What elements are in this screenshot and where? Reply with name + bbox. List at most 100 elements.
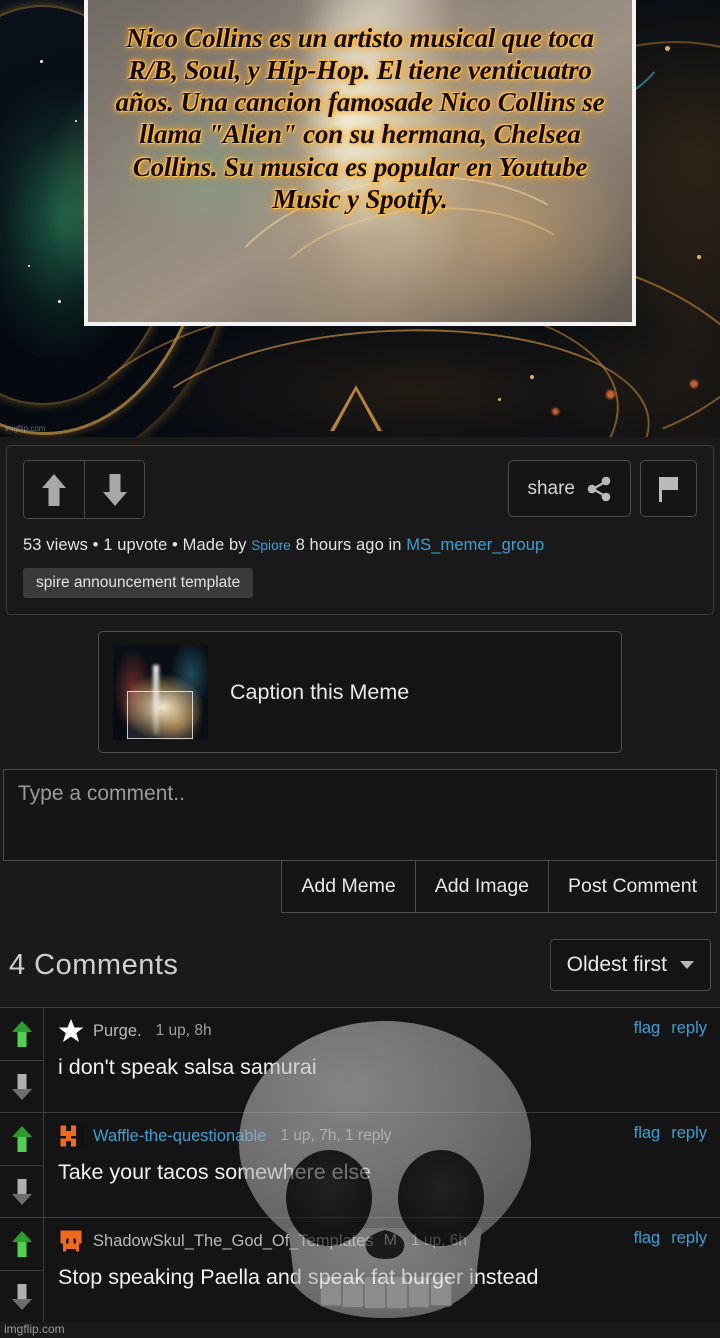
share-flag-group: share bbox=[508, 460, 697, 517]
star-spark bbox=[75, 120, 77, 122]
comment-text: Stop speaking Paella and speak fat burge… bbox=[58, 1265, 539, 1289]
share-icon bbox=[587, 476, 611, 501]
comment-vote-group bbox=[0, 1113, 44, 1217]
comment-meta: Waffle-the-questionable 1 up, 7h, 1 repl… bbox=[58, 1123, 708, 1149]
comment-reply-link[interactable]: reply bbox=[671, 1229, 707, 1248]
star-avatar[interactable] bbox=[58, 1018, 84, 1044]
arrow-up-icon bbox=[11, 1231, 32, 1257]
comment-meta: Purge. 1 up, 8h bbox=[58, 1018, 708, 1044]
comment-actions: flag reply bbox=[634, 1019, 707, 1038]
flag-icon bbox=[658, 476, 678, 502]
comment-reply-link[interactable]: reply bbox=[671, 1019, 707, 1038]
comment-vote-group bbox=[0, 1218, 44, 1322]
orange-dot bbox=[606, 390, 615, 399]
caption-this-meme-label: Caption this Meme bbox=[230, 679, 410, 704]
comment-input[interactable]: Type a comment.. bbox=[3, 769, 717, 861]
gold-dot bbox=[697, 255, 701, 259]
comment-flag-link[interactable]: flag bbox=[634, 1229, 661, 1248]
add-image-button[interactable]: Add Image bbox=[415, 861, 550, 913]
comment-row: Purge. 1 up, 8h flag reply i don't speak… bbox=[0, 1007, 720, 1112]
comment-reply-link[interactable]: reply bbox=[671, 1124, 707, 1143]
comment-vote-group bbox=[0, 1008, 44, 1112]
upvote-button[interactable] bbox=[24, 461, 84, 518]
arrow-down-icon bbox=[11, 1178, 32, 1205]
comment-username[interactable]: ShadowSkul_The_God_Of_Templates bbox=[93, 1232, 374, 1251]
stat-separator: • bbox=[88, 536, 104, 554]
post-comment-button[interactable]: Post Comment bbox=[549, 861, 717, 913]
comment-upvote-button[interactable] bbox=[0, 1218, 43, 1270]
meme-image[interactable]: Nico Collins es un artisto musical que t… bbox=[0, 0, 720, 437]
share-button[interactable]: share bbox=[508, 460, 631, 517]
meme-thumbnail bbox=[113, 644, 208, 740]
moderator-badge: M bbox=[383, 1232, 397, 1249]
comment-username[interactable]: Purge. bbox=[93, 1022, 142, 1041]
comment-input-placeholder: Type a comment.. bbox=[18, 782, 185, 805]
downvote-button[interactable] bbox=[84, 461, 144, 518]
upvote-count: 1 upvote bbox=[103, 536, 168, 554]
time-label: 8 hours ago in bbox=[290, 536, 407, 554]
arrow-down-icon bbox=[102, 473, 127, 506]
comments-count-title: 4 Comments bbox=[9, 948, 179, 981]
comment-list: Purge. 1 up, 8h flag reply i don't speak… bbox=[0, 1007, 720, 1322]
comment-flag-link[interactable]: flag bbox=[634, 1019, 661, 1038]
orange-pixel-avatar[interactable] bbox=[58, 1123, 84, 1149]
comment-actions: flag reply bbox=[634, 1229, 707, 1248]
comment-body: Waffle-the-questionable 1 up, 7h, 1 repl… bbox=[44, 1113, 720, 1217]
meme-text-panel: Nico Collins es un artisto musical que t… bbox=[84, 0, 636, 326]
arrow-down-icon bbox=[11, 1283, 32, 1310]
star-spark bbox=[58, 300, 61, 303]
comment-downvote-button[interactable] bbox=[0, 1270, 43, 1322]
comment-upvote-button[interactable] bbox=[0, 1113, 43, 1165]
arrow-up-icon bbox=[11, 1126, 32, 1152]
star-spark bbox=[40, 60, 43, 63]
comment-meta: ShadowSkul_The_God_Of_Templates M 1 up, … bbox=[58, 1228, 708, 1254]
add-meme-button[interactable]: Add Meme bbox=[281, 861, 416, 913]
imgflip-watermark-bottom: imgflip.com bbox=[4, 1322, 65, 1336]
meta-toolbar: share bbox=[23, 460, 697, 519]
made-by-label: Made by bbox=[182, 536, 252, 554]
caption-this-meme-button[interactable]: Caption this Meme bbox=[98, 631, 622, 753]
composer-actions: Add Meme Add Image Post Comment bbox=[3, 861, 717, 913]
orange-dot bbox=[690, 380, 698, 388]
vote-button-group bbox=[23, 460, 145, 519]
comment-stats: 1 up, 7h, 1 reply bbox=[280, 1127, 392, 1144]
meme-meta-card: share 53 views • 1 upvote • Made by Spio… bbox=[6, 445, 714, 615]
meme-page: Nico Collins es un artisto musical que t… bbox=[0, 0, 720, 1338]
comment-stats: 1 up, 6h bbox=[411, 1232, 468, 1249]
comment-upvote-button[interactable] bbox=[0, 1008, 43, 1060]
comment-downvote-button[interactable] bbox=[0, 1060, 43, 1112]
gold-dot bbox=[530, 375, 534, 379]
share-label: share bbox=[527, 477, 575, 499]
comment-stats: 1 up, 8h bbox=[155, 1022, 212, 1039]
chevron-down-icon bbox=[680, 961, 694, 969]
comment-body: Purge. 1 up, 8h flag reply i don't speak… bbox=[44, 1008, 720, 1112]
comment-sort-value: Oldest first bbox=[566, 953, 667, 976]
orange-dot bbox=[552, 408, 559, 415]
comment-text: Take your tacos somewhere else bbox=[58, 1160, 372, 1184]
comment-row: ShadowSkul_The_God_Of_Templates M 1 up, … bbox=[0, 1217, 720, 1322]
comments-header: 4 Comments Oldest first bbox=[0, 913, 720, 1007]
comment-username[interactable]: Waffle-the-questionable bbox=[93, 1127, 266, 1146]
comment-actions: flag reply bbox=[634, 1124, 707, 1143]
template-tag[interactable]: spire announcement template bbox=[23, 568, 254, 598]
comment-body: ShadowSkul_The_God_Of_Templates M 1 up, … bbox=[44, 1218, 720, 1322]
comment-row: Waffle-the-questionable 1 up, 7h, 1 repl… bbox=[0, 1112, 720, 1217]
flag-button[interactable] bbox=[640, 460, 697, 517]
meme-caption-text: Nico Collins es un artisto musical que t… bbox=[115, 23, 605, 214]
star-spark bbox=[28, 265, 30, 267]
gold-dot bbox=[498, 398, 501, 401]
arrow-up-icon bbox=[42, 473, 66, 506]
comment-sort-dropdown[interactable]: Oldest first bbox=[549, 939, 711, 991]
comment-text: i don't speak salsa samurai bbox=[58, 1055, 317, 1079]
imgflip-watermark: imgflip.com bbox=[5, 424, 46, 433]
author-link[interactable]: Spiore bbox=[251, 538, 291, 553]
orange-skull-avatar[interactable] bbox=[58, 1228, 84, 1254]
comment-downvote-button[interactable] bbox=[0, 1165, 43, 1217]
triangle-glyph bbox=[330, 385, 382, 431]
stat-separator: • bbox=[167, 536, 183, 554]
thumbnail-frame bbox=[127, 690, 193, 739]
meme-stats-line: 53 views • 1 upvote • Made by Spiore 8 h… bbox=[23, 536, 697, 555]
comment-flag-link[interactable]: flag bbox=[634, 1124, 661, 1143]
stream-link[interactable]: MS_memer_group bbox=[406, 536, 544, 554]
arrow-up-icon bbox=[11, 1021, 32, 1047]
